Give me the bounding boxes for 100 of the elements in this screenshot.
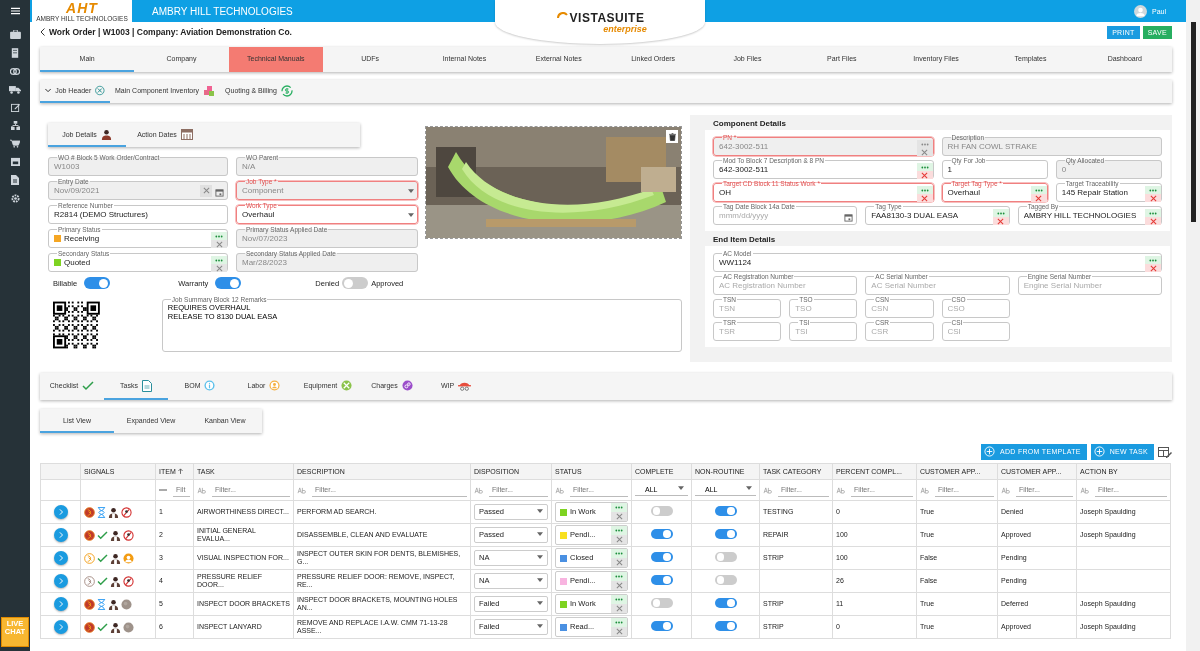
- menu-icon[interactable]: [10, 7, 20, 15]
- text-filter-icon[interactable]: [297, 486, 306, 494]
- avatar-icon[interactable]: [1134, 4, 1147, 18]
- toggle-switch[interactable]: [650, 552, 673, 563]
- text-filter-icon[interactable]: [1080, 486, 1089, 494]
- more-button[interactable]: [611, 549, 627, 558]
- clear-button[interactable]: [611, 627, 627, 636]
- text-input[interactable]: mmm/dd/yyyy: [719, 211, 842, 220]
- clear-button[interactable]: [211, 240, 227, 248]
- calendar-icon[interactable]: [844, 212, 854, 222]
- text-input[interactable]: Engine Serial Number: [1023, 281, 1158, 290]
- text-input[interactable]: R2814 (DEMO Structures): [54, 210, 224, 219]
- toggle-switch[interactable]: [650, 506, 673, 517]
- settings-icon[interactable]: [10, 194, 20, 203]
- clear-button[interactable]: [211, 264, 227, 272]
- back-icon[interactable]: [40, 28, 45, 36]
- toggle-switch[interactable]: [714, 598, 737, 609]
- toggle-switch[interactable]: [714, 575, 737, 586]
- text-input[interactable]: WW1124: [719, 258, 1142, 267]
- expand-button[interactable]: [53, 574, 68, 588]
- toggle-switch[interactable]: [342, 277, 369, 289]
- clear-button[interactable]: [1145, 264, 1161, 272]
- edit-icon[interactable]: [10, 103, 20, 112]
- minus-icon[interactable]: [159, 488, 167, 492]
- toggle-switch[interactable]: [650, 575, 673, 586]
- text-input[interactable]: Receiving: [64, 234, 208, 243]
- text-input[interactable]: CSI: [947, 327, 1006, 336]
- expand-button[interactable]: [53, 528, 68, 542]
- more-button[interactable]: [1145, 186, 1161, 194]
- clear-button[interactable]: [916, 171, 933, 179]
- more-button[interactable]: [1145, 209, 1161, 217]
- building-icon[interactable]: [11, 48, 19, 58]
- text-input[interactable]: TSR: [719, 327, 778, 336]
- text-filter-icon[interactable]: [920, 486, 929, 494]
- toggle-switch[interactable]: [650, 598, 673, 609]
- more-button[interactable]: [611, 503, 627, 512]
- more-button[interactable]: [916, 186, 933, 194]
- delete-icon[interactable]: [666, 130, 678, 143]
- text-input[interactable]: TSI: [795, 327, 854, 336]
- text-input[interactable]: 1: [947, 165, 1044, 174]
- toggle-switch[interactable]: [714, 552, 737, 563]
- clear-button[interactable]: [611, 512, 627, 521]
- clear-button[interactable]: [992, 217, 1009, 225]
- toggle-switch[interactable]: [84, 277, 111, 289]
- toggle-switch[interactable]: [714, 506, 737, 517]
- toggle-switch[interactable]: [714, 529, 737, 540]
- text-input[interactable]: AMBRY HILL TECHNOLOGIES: [1023, 211, 1142, 220]
- clear-button[interactable]: [1030, 194, 1047, 202]
- text-filter-icon[interactable]: [836, 486, 845, 494]
- clear-button[interactable]: [1145, 217, 1161, 225]
- expand-button[interactable]: [53, 597, 68, 611]
- text-input[interactable]: CSR: [871, 327, 930, 336]
- more-button[interactable]: [1030, 186, 1047, 194]
- truck-icon[interactable]: [9, 85, 21, 94]
- more-button[interactable]: [916, 163, 933, 171]
- text-input[interactable]: 145 Repair Station: [1061, 188, 1142, 197]
- text-input[interactable]: Quoted: [64, 258, 208, 267]
- expand-button[interactable]: [53, 551, 68, 565]
- expand-button[interactable]: [53, 505, 68, 519]
- calendar-icon[interactable]: [10, 157, 20, 166]
- cart-icon[interactable]: [10, 139, 20, 148]
- clear-button[interactable]: [611, 604, 627, 613]
- clear-button[interactable]: [916, 194, 933, 202]
- document-icon[interactable]: [11, 175, 19, 185]
- more-button[interactable]: [992, 209, 1009, 217]
- more-button[interactable]: [611, 572, 627, 581]
- toggle-switch[interactable]: [215, 277, 242, 289]
- text-input[interactable]: TSO: [795, 304, 854, 313]
- text-filter-icon[interactable]: [763, 486, 772, 494]
- more-button[interactable]: [211, 232, 227, 240]
- toggle-switch[interactable]: [714, 621, 737, 632]
- text-filter-icon[interactable]: [555, 486, 564, 494]
- text-input[interactable]: AC Registration Number: [719, 281, 854, 290]
- text-input[interactable]: AC Serial Number: [871, 281, 1006, 290]
- text-input[interactable]: CSN: [871, 304, 930, 313]
- more-button[interactable]: [211, 256, 227, 264]
- toggle-switch[interactable]: [650, 529, 673, 540]
- clear-button[interactable]: [611, 581, 627, 590]
- text-filter-icon[interactable]: [197, 486, 206, 494]
- text-input[interactable]: 642-3002-511: [719, 165, 914, 174]
- column-chooser-icon[interactable]: [1158, 445, 1172, 458]
- text-input[interactable]: TSN: [719, 304, 778, 313]
- text-input[interactable]: FAA8130-3 DUAL EASA: [871, 211, 990, 220]
- scrollbar-thumb[interactable]: [1190, 22, 1196, 222]
- text-input[interactable]: OH: [719, 188, 914, 197]
- toggle-switch[interactable]: [650, 621, 673, 632]
- text-filter-icon[interactable]: [474, 486, 483, 494]
- text-input[interactable]: Overhaul: [947, 188, 1028, 197]
- more-button[interactable]: [611, 595, 627, 604]
- clear-button[interactable]: [1145, 194, 1161, 202]
- expand-button[interactable]: [53, 620, 68, 634]
- more-button[interactable]: [611, 526, 627, 535]
- sort-up-icon[interactable]: [177, 468, 183, 474]
- org-chart-icon[interactable]: [10, 121, 20, 130]
- briefcase-icon[interactable]: [9, 30, 21, 39]
- clear-button[interactable]: [611, 535, 627, 544]
- text-input[interactable]: Overhaul: [242, 210, 405, 219]
- more-button[interactable]: [611, 618, 627, 627]
- clear-button[interactable]: [611, 558, 627, 567]
- text-filter-icon[interactable]: [1001, 486, 1010, 494]
